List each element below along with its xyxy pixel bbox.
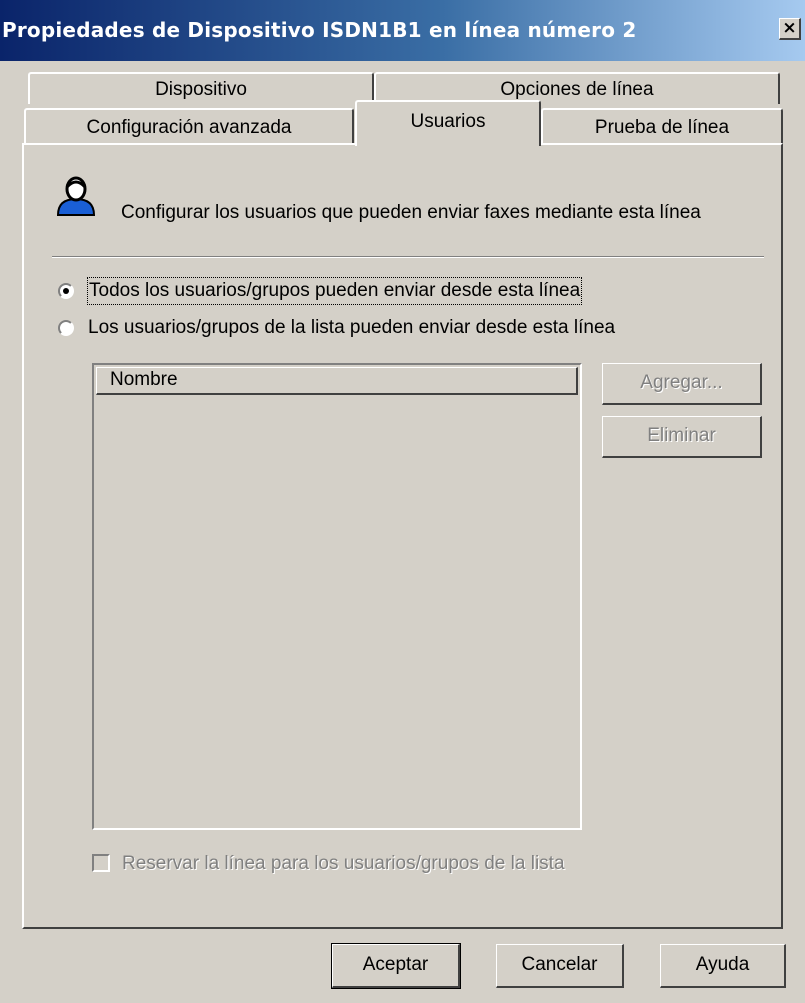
close-icon: × xyxy=(782,18,797,38)
separator xyxy=(52,256,764,258)
tab-label: Prueba de línea xyxy=(594,117,730,138)
radio-list-users-label: Los usuarios/grupos de la lista pueden e… xyxy=(88,317,616,338)
radio-button[interactable] xyxy=(58,320,74,336)
reserve-line-checkbox[interactable]: Reservar la línea para los usuarios/grup… xyxy=(92,852,712,876)
cancel-button[interactable]: Cancelar xyxy=(496,944,624,988)
help-button-label: Ayuda xyxy=(695,954,750,975)
users-tab-panel: Configurar los usuarios que pueden envia… xyxy=(22,143,783,929)
tab-label: Configuración avanzada xyxy=(86,117,292,138)
users-list[interactable]: Nombre xyxy=(92,363,582,830)
radio-list-users[interactable]: Los usuarios/grupos de la lista pueden e… xyxy=(58,315,718,341)
user-icon xyxy=(56,176,96,216)
tab-dispositivo[interactable]: Dispositivo xyxy=(28,72,374,104)
tab-prueba-de-linea[interactable]: Prueba de línea xyxy=(541,108,783,144)
checkbox-box[interactable] xyxy=(92,854,110,872)
radio-all-users[interactable]: Todos los usuarios/grupos pueden enviar … xyxy=(58,277,698,305)
tab-label: Opciones de línea xyxy=(500,79,654,100)
add-button[interactable]: Agregar... xyxy=(602,363,762,405)
tab-configuracion-avanzada[interactable]: Configuración avanzada xyxy=(24,108,354,144)
window-title: Propiedades de Dispositivo ISDN1B1 en lí… xyxy=(2,18,637,42)
remove-button-label: Eliminar xyxy=(647,425,716,446)
tab-label: Dispositivo xyxy=(155,79,247,100)
radio-all-users-label: Todos los usuarios/grupos pueden enviar … xyxy=(86,277,583,305)
column-header-label: Nombre xyxy=(110,369,178,390)
ok-button-label: Aceptar xyxy=(362,954,429,975)
column-header-nombre[interactable]: Nombre xyxy=(96,367,578,395)
add-button-label: Agregar... xyxy=(640,372,723,393)
reserve-line-label: Reservar la línea para los usuarios/grup… xyxy=(122,853,565,874)
tab-usuarios[interactable]: Usuarios xyxy=(355,100,541,146)
help-button[interactable]: Ayuda xyxy=(660,944,786,988)
title-bar: Propiedades de Dispositivo ISDN1B1 en lí… xyxy=(0,0,805,61)
description-text: Configurar los usuarios que pueden envia… xyxy=(121,202,701,223)
ok-button[interactable]: Aceptar xyxy=(331,943,461,989)
cancel-button-label: Cancelar xyxy=(521,954,598,975)
close-button[interactable]: × xyxy=(779,18,801,40)
radio-dot xyxy=(63,288,69,294)
tab-label: Usuarios xyxy=(410,111,486,132)
radio-button[interactable] xyxy=(58,283,74,299)
remove-button[interactable]: Eliminar xyxy=(602,416,762,458)
